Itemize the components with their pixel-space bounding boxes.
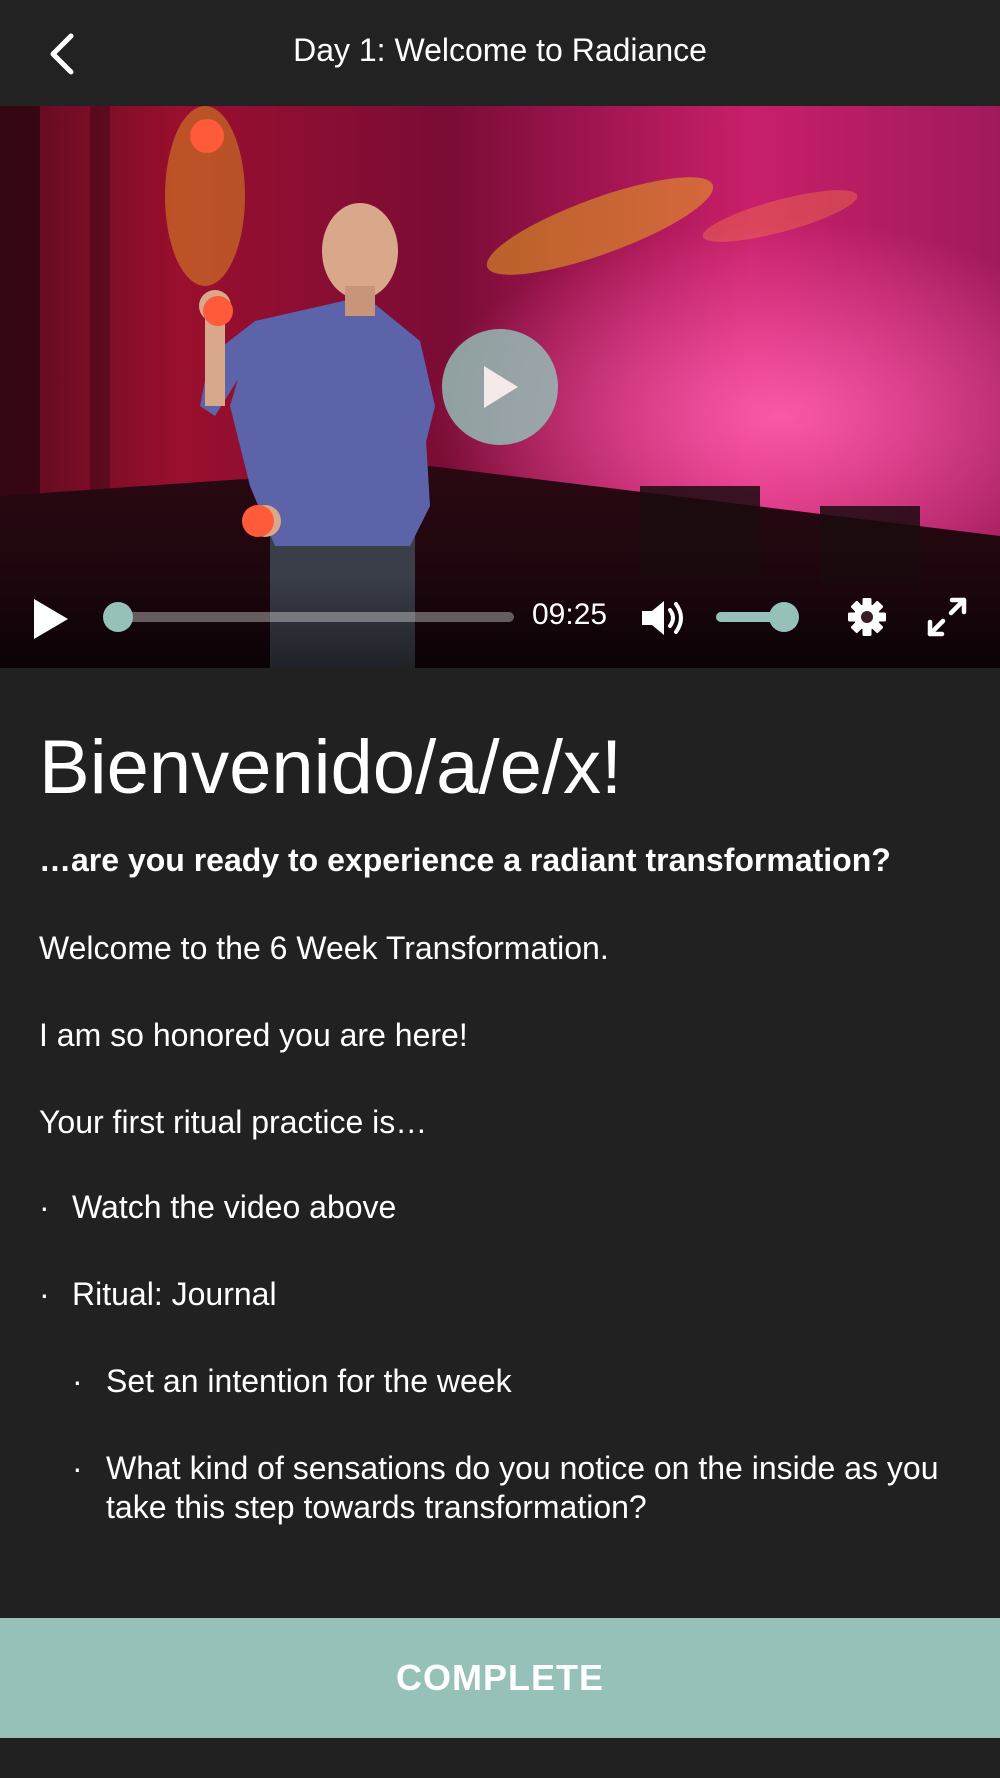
volume-slider[interactable]	[716, 602, 799, 632]
list-item-text: Set an intention for the week	[106, 1363, 512, 1399]
sub-list-item: · Set an intention for the week	[72, 1362, 969, 1401]
fullscreen-icon	[927, 597, 967, 637]
play-icon	[484, 366, 518, 408]
volume-icon	[642, 601, 683, 635]
mute-button[interactable]	[640, 598, 690, 640]
top-bar: Day 1: Welcome to Radiance	[0, 0, 1000, 106]
play-icon	[34, 599, 68, 639]
list-item-text: What kind of sensations do you notice on…	[106, 1450, 939, 1525]
paragraph: Welcome to the 6 Week Transformation.	[39, 930, 609, 966]
video-duration: 09:25	[532, 598, 608, 631]
sub-list-item: · What kind of sensations do you notice …	[72, 1449, 969, 1527]
paragraph: Your first ritual practice is…	[39, 1104, 428, 1140]
bullet-icon: ·	[72, 1363, 83, 1399]
settings-button[interactable]	[846, 596, 890, 640]
fullscreen-button[interactable]	[926, 596, 970, 640]
play-pause-button[interactable]	[30, 596, 74, 644]
bullet-icon: ·	[39, 1276, 50, 1312]
list-item: · Ritual: Journal	[39, 1275, 969, 1314]
page-title: Day 1: Welcome to Radiance	[293, 32, 707, 68]
progress-thumb[interactable]	[103, 602, 133, 632]
progress-bar[interactable]	[103, 602, 514, 632]
paragraph: I am so honored you are here!	[39, 1017, 468, 1053]
gear-icon	[848, 598, 886, 636]
list-item-text: Watch the video above	[72, 1189, 397, 1225]
video-player[interactable]: 09:25	[0, 106, 1000, 668]
lesson-heading: Bienvenido/a/e/x!	[39, 725, 623, 810]
lesson-subheading: …are you ready to experience a radiant t…	[39, 842, 891, 878]
center-play-button[interactable]	[442, 329, 558, 445]
lesson-screen: Day 1: Welcome to Radiance 09:25 Bienven…	[0, 0, 1000, 1778]
list-item: · Watch the video above	[39, 1188, 969, 1227]
bullet-icon: ·	[72, 1450, 83, 1486]
volume-thumb[interactable]	[769, 602, 799, 632]
bullet-icon: ·	[39, 1189, 50, 1225]
list-item-text: Ritual: Journal	[72, 1276, 277, 1312]
complete-button[interactable]: COMPLETE	[0, 1618, 1000, 1738]
